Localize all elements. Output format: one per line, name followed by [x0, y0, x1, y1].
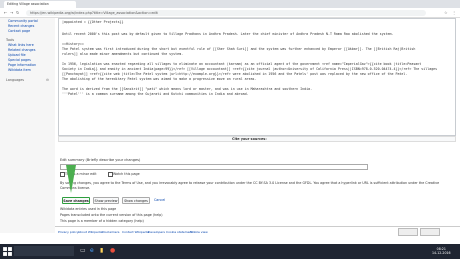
- license-text: By saving changes, you agree to the Term…: [60, 181, 440, 190]
- footer-link[interactable]: Privacy policy: [58, 230, 79, 234]
- edge-icon[interactable]: e: [90, 247, 94, 254]
- watch-label: Watch this page: [113, 172, 140, 176]
- footer-link[interactable]: Disclaimers: [102, 230, 119, 234]
- sidebar-item-community-portal[interactable]: Community portal: [8, 19, 38, 23]
- editor-line: Until recent 2000's this post was by def…: [62, 32, 394, 36]
- editor-line: [[Panchayat]] <ref>{{cite web |title=The…: [62, 72, 408, 76]
- star-icon[interactable]: ☆: [444, 8, 448, 17]
- sidebar-item-wikidata-item[interactable]: Wikidata item: [8, 68, 31, 72]
- footer-link[interactable]: Developers: [148, 230, 165, 234]
- mediawiki-logo[interactable]: [420, 228, 440, 236]
- editor-line: |appointed = {{Other Projects}}: [62, 20, 124, 24]
- task-view-icon[interactable]: ▭: [80, 247, 86, 254]
- sidebar-item-what-links-here[interactable]: What links here: [8, 43, 34, 47]
- folder-icon[interactable]: ▮: [100, 247, 103, 254]
- preview-button[interactable]: Show preview: [93, 197, 119, 204]
- sidebar-item-special-pages[interactable]: Special pages: [8, 58, 31, 62]
- summary-label: Edit summary (Briefly describe your chan…: [60, 158, 141, 162]
- sidebar-item-contact-page[interactable]: Contact page: [8, 29, 30, 33]
- show-changes-button[interactable]: Show changes: [122, 197, 150, 204]
- sidebar-item-related-changes[interactable]: Related changes: [8, 48, 35, 52]
- back-icon[interactable]: ←: [4, 8, 7, 17]
- editor-line: The word is derived from the [[Sanskrit]…: [62, 87, 313, 91]
- editor-line: rulers]] also made minor amendments but …: [62, 52, 184, 56]
- list-item[interactable]: This page is a member of a hidden catego…: [60, 219, 144, 223]
- wikimedia-logo[interactable]: [398, 228, 418, 236]
- chrome-icon[interactable]: ●: [110, 247, 115, 254]
- pointer-arrow: [66, 165, 76, 193]
- sidebar-item-upload-file[interactable]: Upload file: [8, 53, 26, 57]
- sidebar-item-recent-changes[interactable]: Recent changes: [8, 24, 34, 28]
- editor-line: '''Patel''' is a common surname among th…: [62, 92, 249, 96]
- cite-label[interactable]: Cite your sources:: [232, 137, 267, 141]
- list-item[interactable]: Pages transcluded onto the current versi…: [60, 213, 163, 217]
- sidebar-tools-header: Tools: [6, 38, 15, 42]
- reload-icon[interactable]: ↻: [16, 8, 19, 17]
- summary-input[interactable]: [60, 164, 368, 170]
- editor-line: The abolishing of the hereditary Patel s…: [62, 77, 257, 81]
- editor-line: ==History==: [62, 42, 84, 46]
- taskbar-search[interactable]: [14, 246, 74, 256]
- taskbar-clock[interactable]: 08:21 14-12-2016: [432, 247, 451, 255]
- browser-tab[interactable]: Editing Village association: [4, 1, 76, 8]
- editor-line: The Patel system was first introduced du…: [62, 47, 416, 51]
- gear-icon[interactable]: ⚙: [46, 78, 49, 82]
- editor-line: In 1956, legislation was enacted regardi…: [62, 62, 422, 66]
- sidebar-item-page-information[interactable]: Page information: [8, 63, 36, 67]
- save-button[interactable]: Save changes: [62, 197, 90, 204]
- clock-date: 14-12-2016: [432, 251, 451, 255]
- sidebar-languages-header: Languages: [6, 78, 24, 82]
- footer-link[interactable]: Contact Wikipedia: [122, 230, 149, 234]
- windows-start-icon[interactable]: [2, 246, 13, 257]
- list-item[interactable]: Wikidata entries used in this page: [60, 207, 116, 211]
- menu-icon[interactable]: ⋮: [452, 8, 456, 17]
- footer-link[interactable]: Mobile view: [190, 230, 208, 234]
- footer-link[interactable]: Cookie statement: [166, 230, 193, 234]
- footer-link[interactable]: About Wikipedia: [78, 230, 102, 234]
- editor-line: Society in India}} and enmity in ancient…: [62, 67, 438, 71]
- url-field[interactable]: https://en.wikipedia.org/w/index.php?tit…: [26, 9, 426, 16]
- forward-icon[interactable]: →: [10, 8, 13, 17]
- cancel-link[interactable]: Cancel: [154, 197, 165, 204]
